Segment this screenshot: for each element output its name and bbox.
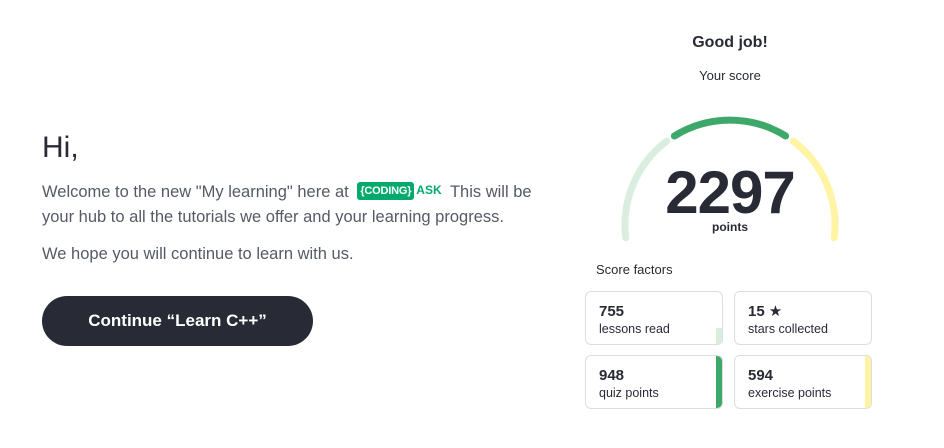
factor-value: 594: [748, 367, 773, 384]
score-unit: points: [712, 220, 748, 234]
factor-progress-bar: [716, 328, 722, 344]
coding-ask-logo: {CODING} ASK: [357, 178, 442, 203]
factor-label: stars collected: [748, 322, 828, 336]
factor-value-text: 15: [748, 303, 765, 320]
continue-course-button[interactable]: Continue “Learn C++”: [42, 296, 313, 346]
factor-card-quiz-points: 948 quiz points: [585, 355, 723, 409]
star-icon: ★: [768, 303, 783, 320]
welcome-text: Welcome to the new "My learning" here at…: [42, 180, 542, 230]
factor-label: quiz points: [599, 386, 659, 400]
good-job-heading: Good job!: [692, 34, 768, 51]
hope-text: We hope you will continue to learn with …: [42, 245, 354, 264]
your-score-label: Your score: [699, 68, 761, 83]
factor-value-text: 755: [599, 303, 625, 320]
factor-value: 948: [599, 367, 624, 384]
factor-card-stars-collected: 15 ★ stars collected: [734, 291, 872, 345]
welcome-panel: Hi, Welcome to the new "My learning" her…: [42, 128, 542, 267]
factor-card-lessons-read: 755 lessons read: [585, 291, 723, 345]
score-value: 2297: [665, 159, 795, 226]
my-learning-page: Hi, Welcome to the new "My learning" her…: [0, 0, 944, 448]
factor-progress-bar: [716, 356, 722, 408]
factor-progress-bar: [865, 356, 871, 408]
score-panel: Good job! Your score 2297 points Score f…: [580, 0, 880, 448]
factor-label: exercise points: [748, 386, 832, 400]
factor-value: 755: [599, 303, 624, 320]
factor-card-exercise-points: 594 exercise points: [734, 355, 872, 409]
brand-ask-label: ASK: [416, 183, 442, 198]
greeting-heading: Hi,: [42, 131, 79, 164]
factor-value-text: 948: [599, 367, 625, 384]
score-factors-label: Score factors: [596, 262, 673, 277]
gauge-arc-middle: [670, 116, 790, 140]
factor-value: 15 ★: [748, 303, 782, 320]
factor-label: lessons read: [599, 322, 670, 336]
welcome-text-before: Welcome to the new "My learning" here at: [42, 183, 349, 201]
brand-coding-label: {CODING}: [357, 181, 415, 200]
factor-value-text: 594: [748, 367, 774, 384]
